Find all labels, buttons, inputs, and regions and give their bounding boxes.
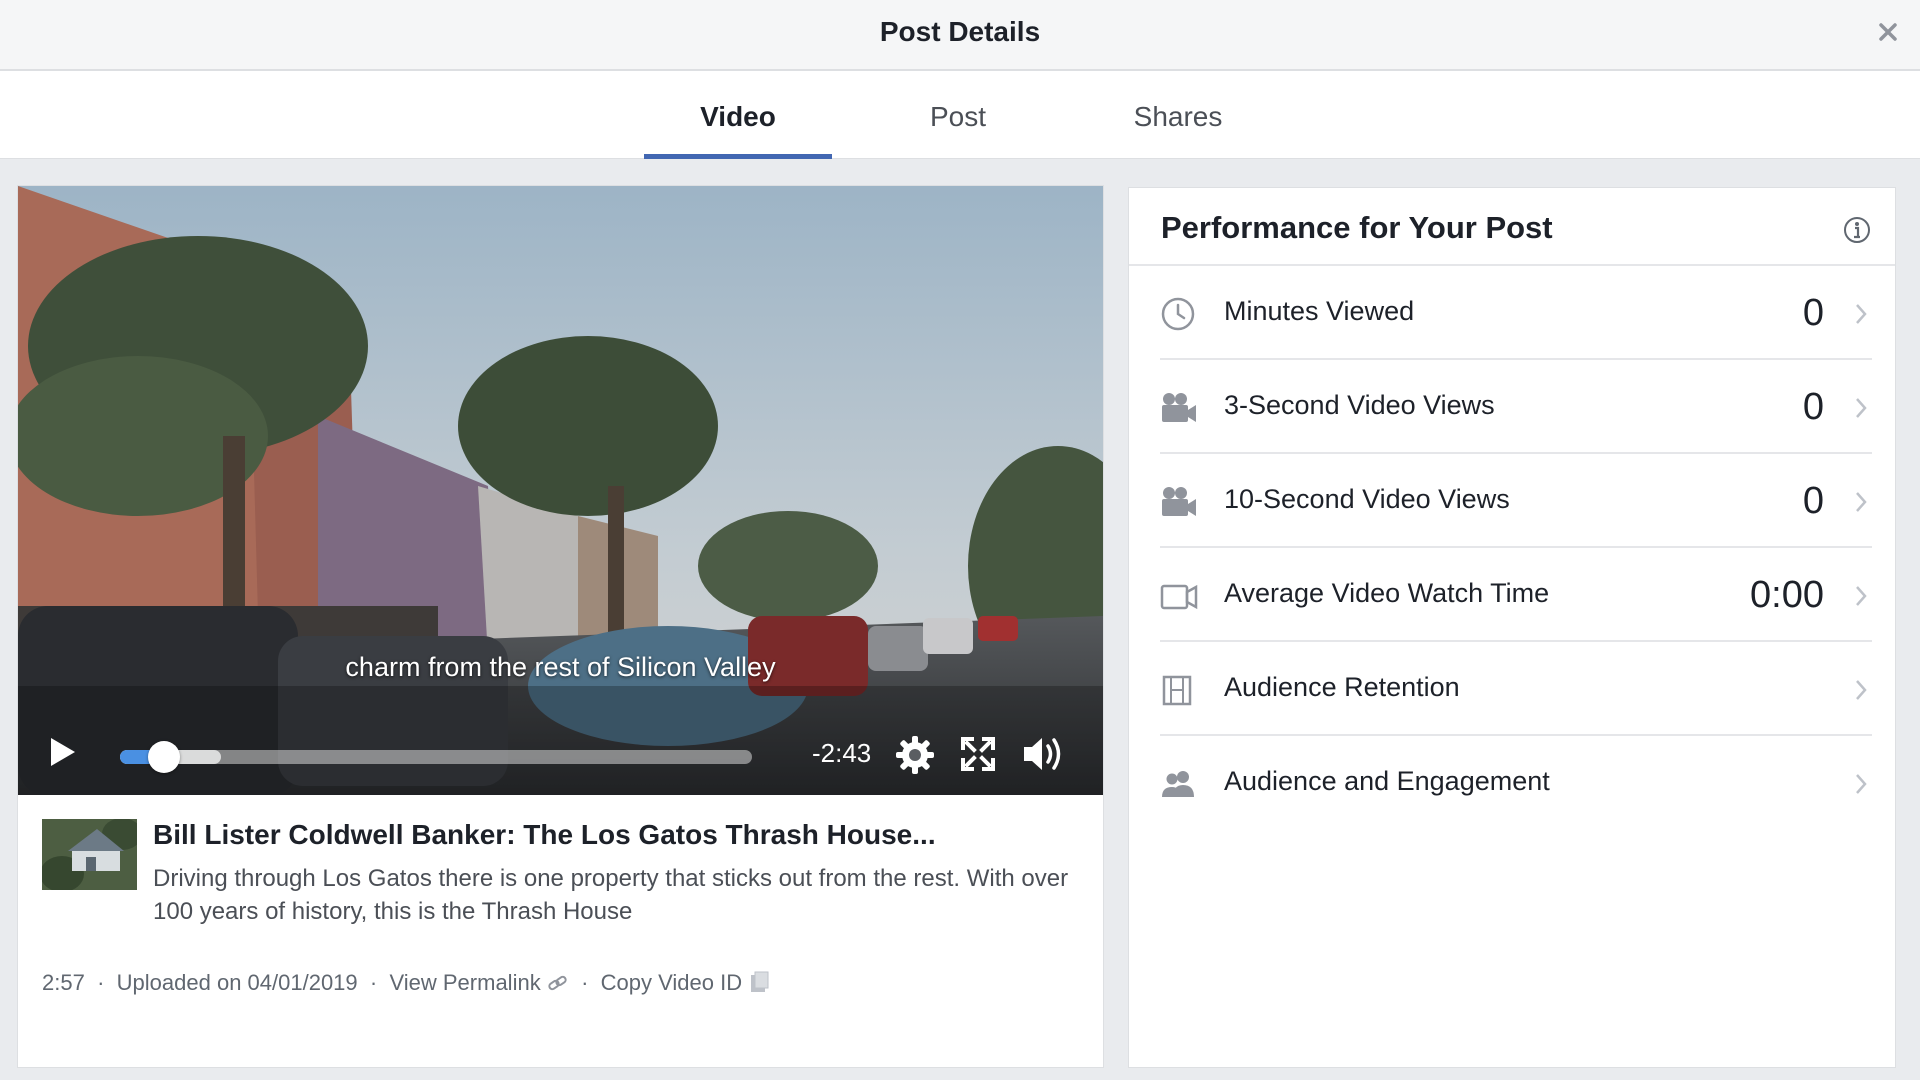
tab-shares[interactable]: Shares [1088,71,1268,159]
video-duration: 2:57 [42,970,85,996]
info-icon[interactable] [1843,216,1871,244]
fullscreen-icon[interactable] [960,736,996,772]
video-caption: charm from the rest of Silicon Valley [345,652,776,682]
performance-header: Performance for Your Post [1129,188,1895,266]
video-outline-icon [1160,578,1198,614]
view-permalink-link[interactable]: View Permalink [389,970,540,995]
chevron-right-icon [1854,302,1868,326]
chevron-right-icon [1854,678,1868,702]
performance-card: Performance for Your Post Minutes Viewed… [1128,187,1896,1068]
metric-row-10s-views[interactable]: 10-Second Video Views 0 [1160,454,1872,548]
metric-row-avg-watch-time[interactable]: Average Video Watch Time 0:00 [1160,548,1872,642]
post-meta: 2:57 · Uploaded on 04/01/2019 · View Per… [42,969,770,996]
performance-title: Performance for Your Post [1161,210,1553,245]
play-icon[interactable] [48,735,78,769]
metric-row-3s-views[interactable]: 3-Second Video Views 0 [1160,360,1872,454]
metric-value: 0 [1802,292,1824,334]
post-thumbnail[interactable] [42,819,137,890]
metric-value: 0:00 [1750,574,1824,616]
chevron-right-icon [1854,396,1868,420]
metric-label: Audience Retention [1224,672,1460,702]
progress-bar[interactable] [120,741,752,773]
metric-label: Audience and Engagement [1224,766,1550,796]
film-strip-icon [1160,672,1198,708]
link-icon[interactable] [547,970,575,995]
metric-label: 3-Second Video Views [1224,390,1495,420]
modal-header: Post Details [0,0,1920,71]
video-card: charm from the rest of Silicon Valley -2… [17,185,1104,1068]
chevron-right-icon [1854,490,1868,514]
settings-gear-icon[interactable] [894,734,936,776]
tab-video[interactable]: Video [644,71,832,159]
people-icon [1160,766,1198,802]
video-frame-image [18,186,1103,795]
close-icon[interactable] [1870,14,1906,50]
clock-icon [1160,296,1198,332]
metric-row-audience-engagement[interactable]: Audience and Engagement [1160,736,1872,830]
time-remaining: -2:43 [812,738,872,768]
video-controls: -2:43 [18,706,1103,795]
volume-icon[interactable] [1022,734,1066,774]
metric-row-audience-retention[interactable]: Audience Retention [1160,642,1872,736]
tab-post[interactable]: Post [868,71,1048,159]
post-description: Driving through Los Gatos there is one p… [153,865,1069,925]
copy-video-id-link[interactable]: Copy Video ID [601,970,742,995]
metric-label: 10-Second Video Views [1224,484,1510,514]
modal-title: Post Details [879,16,1041,47]
post-title[interactable]: Bill Lister Coldwell Banker: The Los Gat… [153,819,1083,851]
metric-value: 0 [1802,386,1824,428]
upload-date: Uploaded on 04/01/2019 [116,970,358,996]
video-player[interactable]: charm from the rest of Silicon Valley -2… [18,186,1103,795]
video-camera-icon [1160,390,1198,426]
chevron-right-icon [1854,772,1868,796]
metric-value: 0 [1802,480,1824,522]
progress-handle[interactable] [148,741,181,773]
metric-label: Average Video Watch Time [1224,578,1550,608]
tabs-bar: Video Post Shares [0,71,1920,159]
metric-row-minutes-viewed[interactable]: Minutes Viewed 0 [1160,266,1872,360]
video-camera-icon [1160,484,1198,520]
chevron-right-icon [1854,584,1868,608]
metric-label: Minutes Viewed [1224,296,1415,326]
clipboard-icon[interactable] [748,970,770,995]
